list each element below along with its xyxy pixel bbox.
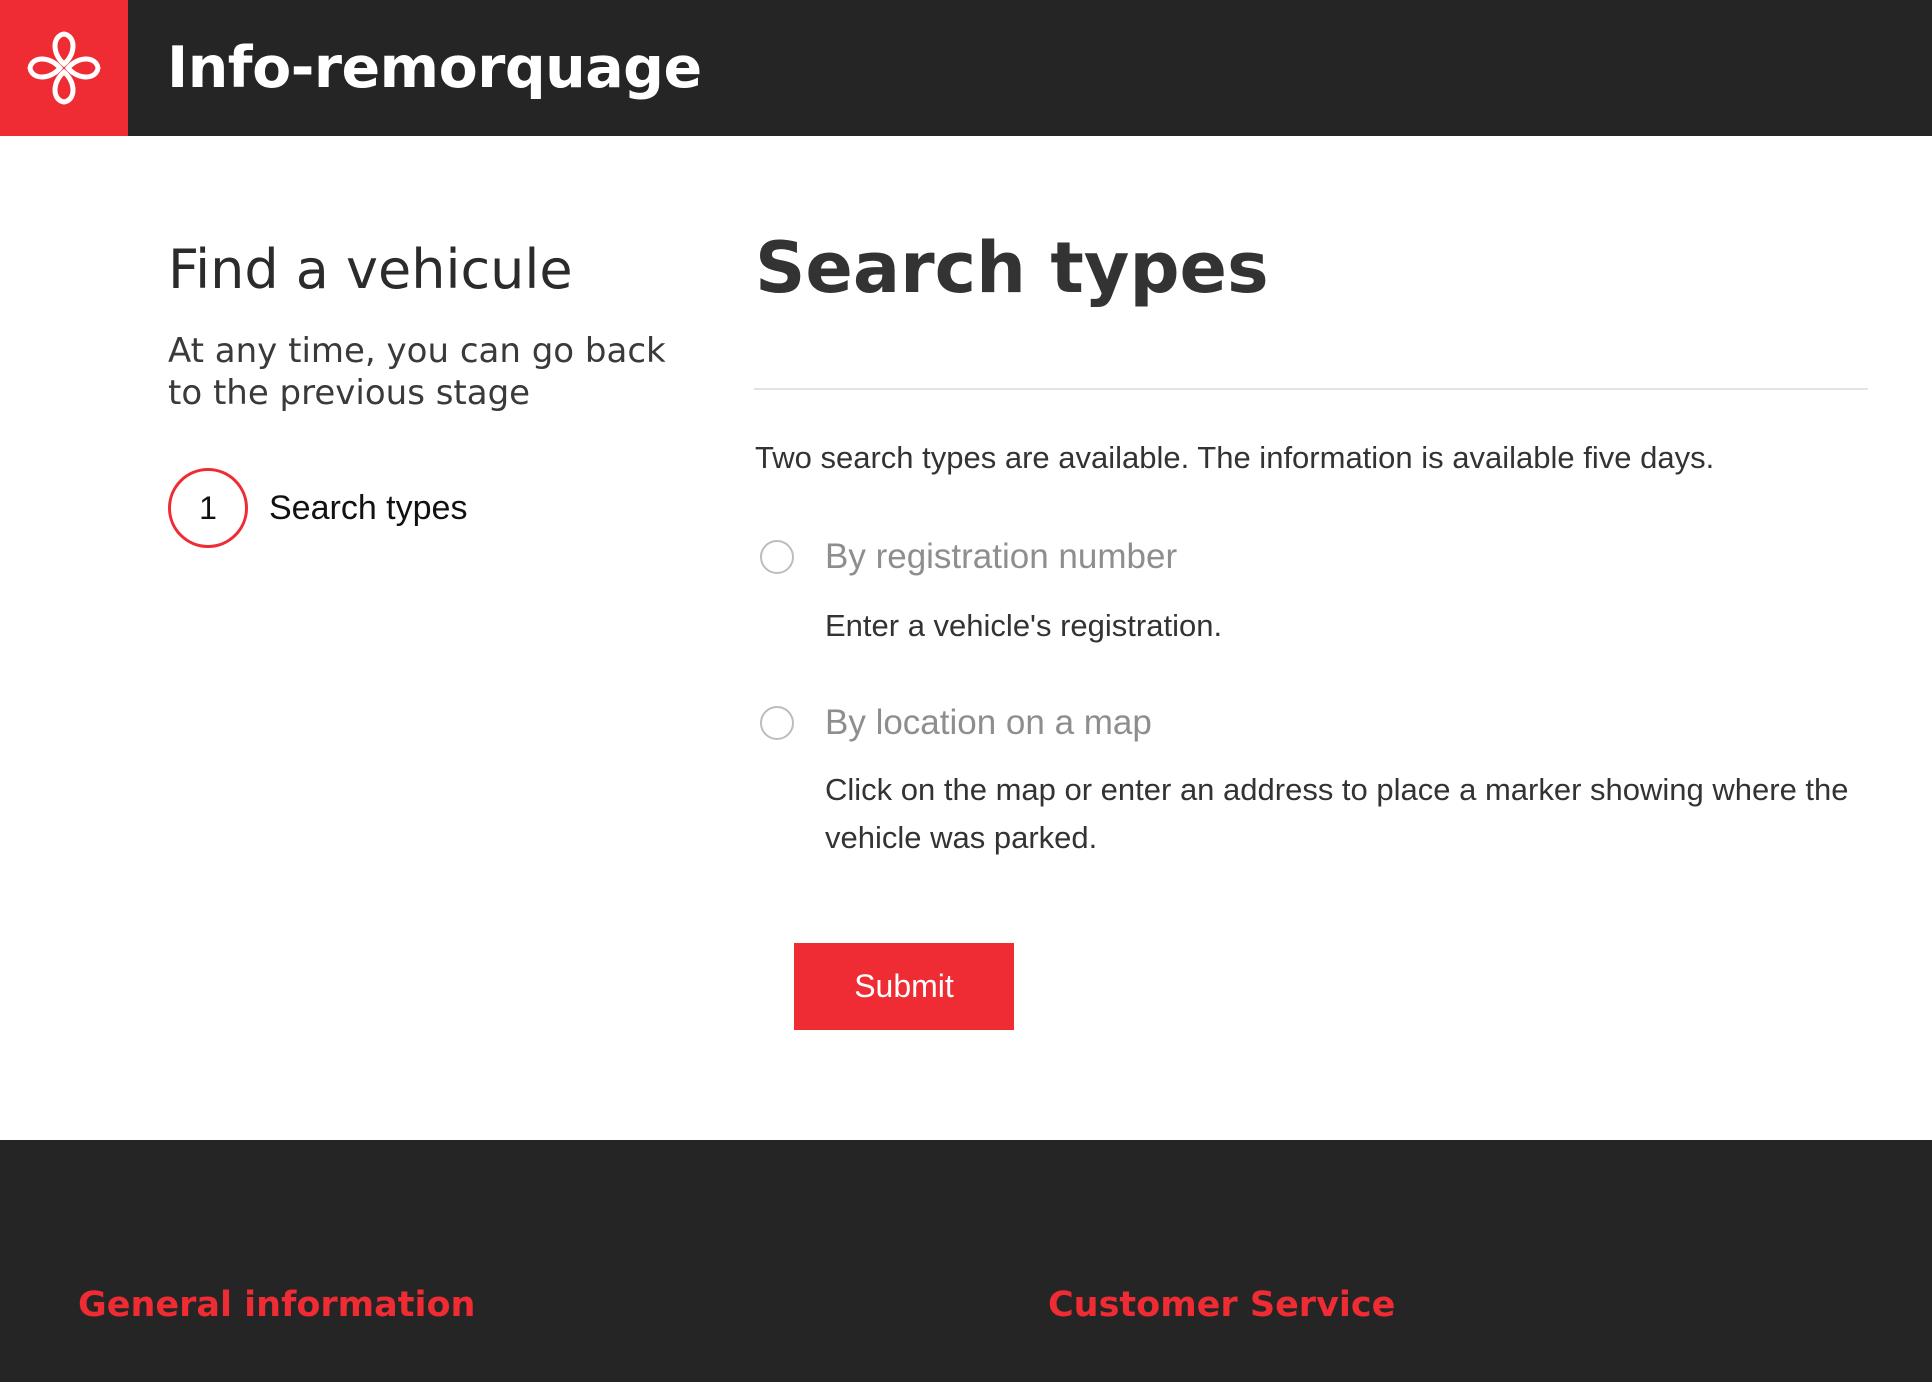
sidebar-subtitle: At any time, you can go back to the prev…	[168, 331, 666, 413]
radio-registration-number[interactable]	[760, 540, 794, 574]
submit-button[interactable]: Submit	[794, 943, 1014, 1030]
montreal-rosette-icon	[27, 31, 101, 105]
option-location-map[interactable]: By location on a map	[760, 703, 1152, 742]
option-registration-number[interactable]: By registration number	[760, 537, 1177, 576]
sidebar-title: Find a vehicule	[168, 238, 573, 301]
step-number-badge: 1	[168, 468, 248, 548]
option-description-location-map: Click on the map or enter an address to …	[825, 772, 1849, 855]
radio-location-map[interactable]	[760, 706, 794, 740]
divider	[754, 388, 1868, 390]
app-title[interactable]: Info-remorquage	[167, 18, 702, 118]
step-item-search-types: 1 Search types	[168, 468, 467, 548]
step-label: Search types	[269, 488, 468, 527]
footer-heading-customer-service[interactable]: Customer Service	[1048, 1285, 1395, 1325]
site-header: Info-remorquage	[0, 0, 1932, 136]
intro-text: Two search types are available. The info…	[755, 440, 1715, 475]
logo[interactable]	[0, 0, 128, 136]
option-description-registration-number: Enter a vehicle's registration.	[825, 608, 1223, 643]
option-label-location-map[interactable]: By location on a map	[825, 703, 1152, 743]
footer-heading-general-information[interactable]: General information	[78, 1285, 475, 1325]
site-footer: General information Customer Service	[0, 1140, 1932, 1382]
page-title: Search types	[755, 227, 1269, 309]
option-label-registration-number[interactable]: By registration number	[825, 537, 1177, 577]
